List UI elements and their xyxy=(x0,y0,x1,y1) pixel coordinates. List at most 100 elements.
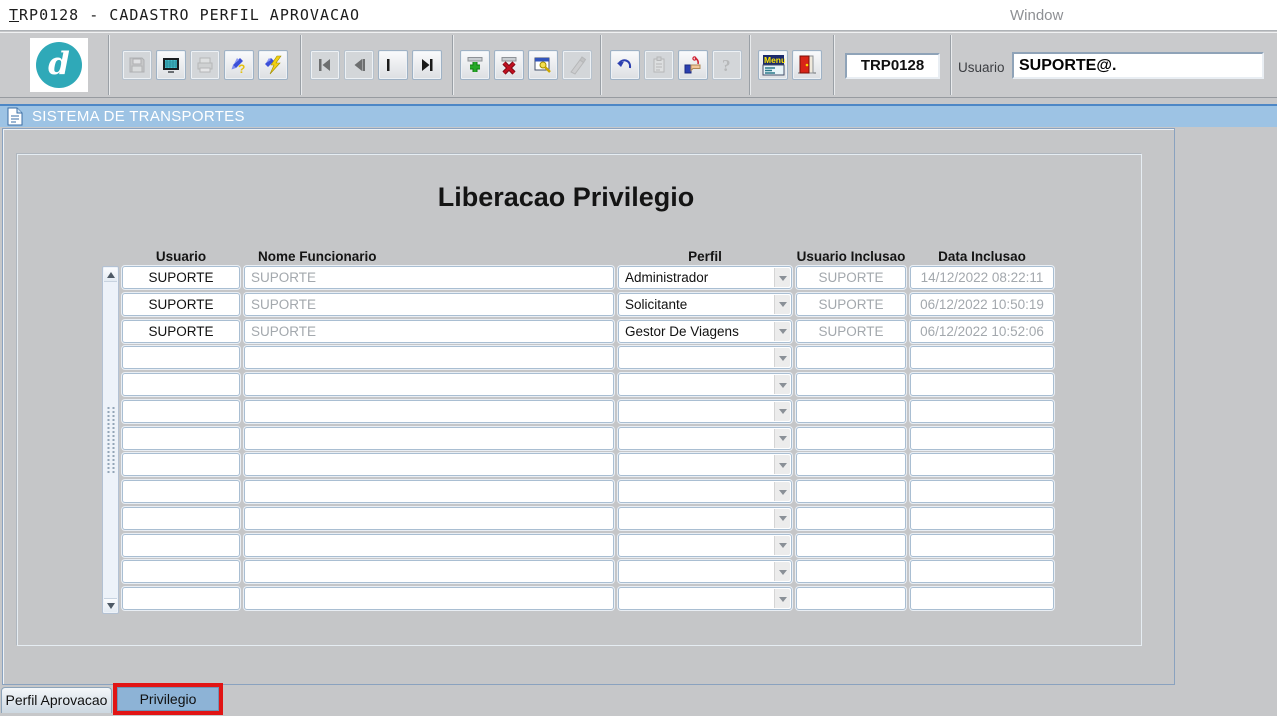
perfil-select[interactable] xyxy=(618,427,792,450)
copy-button xyxy=(644,50,674,80)
application-window: { "menu": { "title_mnemonic": "T", "titl… xyxy=(0,0,1277,716)
menu-item-window[interactable]: Window xyxy=(1010,7,1063,24)
copy-icon xyxy=(649,55,669,75)
perfil-select[interactable] xyxy=(618,560,792,583)
vertical-scrollbar[interactable] xyxy=(102,266,119,614)
dropdown-arrow-icon[interactable] xyxy=(774,509,790,528)
perfil-select[interactable] xyxy=(618,453,792,476)
perfil-select[interactable] xyxy=(618,534,792,557)
usuario-field[interactable] xyxy=(122,560,240,583)
perfil-select[interactable]: Solicitante xyxy=(618,293,792,316)
data-inclusao-field xyxy=(910,587,1054,610)
svg-text:Menu: Menu xyxy=(764,55,785,65)
usuario-field[interactable] xyxy=(122,373,240,396)
perfil-select[interactable] xyxy=(618,400,792,423)
nome-funcionario-field: SUPORTE xyxy=(244,266,614,289)
usuario-field[interactable]: SUPORTE xyxy=(122,266,240,289)
toolbar-separator xyxy=(950,35,951,95)
data-inclusao-field xyxy=(910,507,1054,530)
dropdown-arrow-icon[interactable] xyxy=(774,375,790,394)
perfil-select[interactable] xyxy=(618,480,792,503)
scroll-down-icon[interactable] xyxy=(104,598,117,612)
perfil-select[interactable] xyxy=(618,587,792,610)
usuario-field[interactable] xyxy=(122,507,240,530)
display-button[interactable] xyxy=(156,50,186,80)
perfil-select[interactable]: Gestor De Viagens xyxy=(618,320,792,343)
query-window-button[interactable] xyxy=(528,50,558,80)
document-icon xyxy=(7,107,23,126)
form-canvas: Liberacao Privilegio Usuario Nome Funcio… xyxy=(2,128,1175,685)
usuario-inclusao-field xyxy=(796,400,906,423)
delete-record-button[interactable] xyxy=(494,50,524,80)
first-record-button xyxy=(310,50,340,80)
scrollbar-thumb-grip[interactable] xyxy=(107,407,114,473)
toolbar-group-file: ? xyxy=(122,50,288,80)
perfil-select[interactable]: Administrador xyxy=(618,266,792,289)
usuario-inclusao-field: SUPORTE xyxy=(796,293,906,316)
tab-privilegio[interactable]: Privilegio xyxy=(117,687,219,711)
dropdown-arrow-icon[interactable] xyxy=(774,322,790,341)
dropdown-arrow-icon[interactable] xyxy=(774,268,790,287)
toolbar-separator xyxy=(749,35,750,95)
undo-button[interactable] xyxy=(610,50,640,80)
nome-funcionario-field xyxy=(244,453,614,476)
dropdown-arrow-icon[interactable] xyxy=(774,455,790,474)
svg-text:?: ? xyxy=(722,56,731,75)
exit-button[interactable] xyxy=(792,50,822,80)
perfil-select[interactable] xyxy=(618,346,792,369)
usuario-inclusao-field xyxy=(796,480,906,503)
data-inclusao-field xyxy=(910,427,1054,450)
dropdown-arrow-icon[interactable] xyxy=(774,295,790,314)
program-code-field[interactable]: TRP0128 xyxy=(845,53,940,79)
dropdown-arrow-icon[interactable] xyxy=(774,589,790,608)
previous-record-icon xyxy=(350,56,368,74)
nome-funcionario-field xyxy=(244,427,614,450)
dropdown-arrow-icon[interactable] xyxy=(774,482,790,501)
column-header-data-inclusao: Data Inclusao xyxy=(910,249,1054,264)
usuario-toolbar-field[interactable]: SUPORTE@. xyxy=(1012,52,1264,79)
nome-funcionario-field xyxy=(244,346,614,369)
usuario-field[interactable] xyxy=(122,346,240,369)
last-record-button[interactable] xyxy=(412,50,442,80)
toolbar-separator xyxy=(452,35,453,95)
next-record-button[interactable] xyxy=(378,50,408,80)
dropdown-arrow-icon[interactable] xyxy=(774,536,790,555)
nome-funcionario-field xyxy=(244,507,614,530)
perfil-select[interactable] xyxy=(618,373,792,396)
dropdown-arrow-icon[interactable] xyxy=(774,348,790,367)
toolbar-group-edit: ? xyxy=(610,50,742,80)
commit-button[interactable] xyxy=(678,50,708,80)
toolbar-group-navigation xyxy=(310,50,442,80)
usuario-field[interactable] xyxy=(122,427,240,450)
menu-button[interactable]: Menu xyxy=(758,50,788,80)
usuario-field[interactable] xyxy=(122,534,240,557)
usuario-inclusao-field xyxy=(796,453,906,476)
usuario-field[interactable]: SUPORTE xyxy=(122,293,240,316)
toolbar-separator xyxy=(300,35,301,95)
execute-query-button[interactable] xyxy=(258,50,288,80)
enter-query-button[interactable]: ? xyxy=(224,50,254,80)
display-icon xyxy=(161,55,181,75)
next-record-icon xyxy=(384,56,402,74)
dropdown-arrow-icon[interactable] xyxy=(774,562,790,581)
delete-record-icon xyxy=(499,55,519,75)
usuario-field[interactable] xyxy=(122,400,240,423)
svg-text:?: ? xyxy=(238,62,245,75)
data-inclusao-field xyxy=(910,560,1054,583)
usuario-field[interactable] xyxy=(122,480,240,503)
tab-perfil-aprovacao[interactable]: Perfil Aprovacao xyxy=(1,687,112,713)
dropdown-arrow-icon[interactable] xyxy=(774,402,790,421)
dropdown-arrow-icon[interactable] xyxy=(774,429,790,448)
usuario-field[interactable] xyxy=(122,587,240,610)
usuario-field[interactable]: SUPORTE xyxy=(122,320,240,343)
usuario-field[interactable] xyxy=(122,453,240,476)
toolbar-separator xyxy=(108,35,109,95)
column-header-nome-funcionario: Nome Funcionario xyxy=(258,249,377,264)
mdi-window-titlebar[interactable]: SISTEMA DE TRANSPORTES xyxy=(0,104,1277,127)
insert-record-button[interactable] xyxy=(460,50,490,80)
insert-record-icon xyxy=(465,55,485,75)
scroll-up-icon[interactable] xyxy=(104,268,117,282)
perfil-select[interactable] xyxy=(618,507,792,530)
help-icon: ? xyxy=(717,55,737,75)
menu-icon: Menu xyxy=(762,54,785,77)
